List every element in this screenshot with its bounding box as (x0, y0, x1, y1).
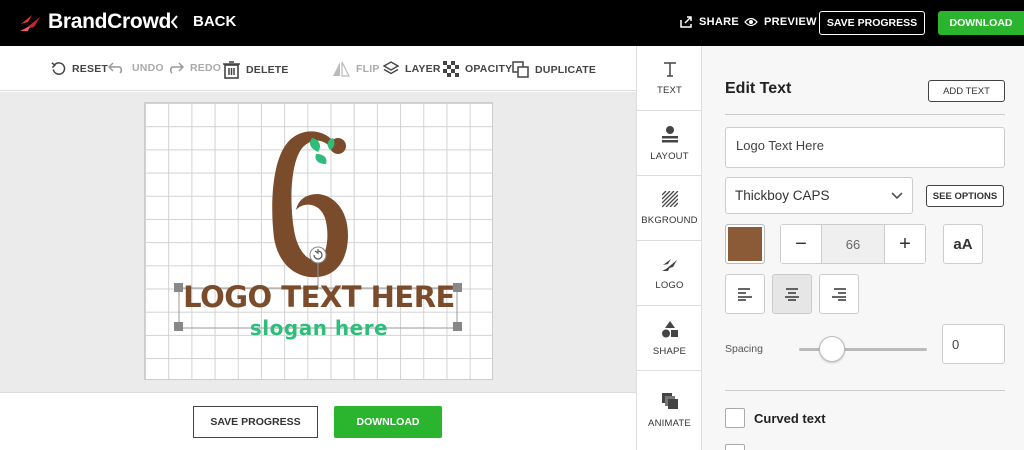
layout-icon (661, 125, 678, 142)
layer-label: LAYER (405, 63, 441, 75)
align-left-icon (738, 288, 752, 301)
tab-background[interactable]: BKGROUND (637, 176, 702, 241)
reset-button[interactable]: RESET (51, 61, 108, 76)
top-bar: BrandCrowd BACK SHARE PREVIEW SAVE PROGR… (0, 0, 1024, 46)
edit-text-panel: Edit Text ADD TEXT Thickboy CAPS SEE OPT… (702, 46, 1024, 450)
brandcrowd-mark-icon (20, 15, 40, 31)
share-icon (680, 16, 692, 28)
opacity-label: OPACITY (465, 63, 513, 75)
download-bottom-button[interactable]: DOWNLOAD (334, 406, 442, 438)
brand-name: BrandCrowd (48, 10, 172, 33)
layers-icon (383, 61, 399, 75)
redo-label: REDO (190, 61, 222, 74)
undo-button[interactable]: UNDO (108, 61, 164, 74)
save-progress-button[interactable]: SAVE PROGRESS (819, 11, 925, 35)
chevron-left-icon (170, 14, 178, 29)
increase-size-button[interactable]: + (885, 225, 925, 263)
duplicate-icon (512, 61, 529, 78)
tab-layout[interactable]: LAYOUT (637, 111, 702, 176)
font-size-stepper: − 66 + (780, 224, 926, 264)
tab-animate[interactable]: ANIMATE (637, 371, 702, 450)
text-case-button[interactable]: aA (943, 224, 983, 264)
spacing-input[interactable]: 0 (942, 324, 1005, 364)
side-tabs: TEXT LAYOUT BKGROUND LOGO SHAPE ANIMATE (636, 46, 702, 450)
delete-label: DELETE (246, 64, 289, 76)
color-swatch (728, 227, 762, 261)
spacing-slider-thumb[interactable] (819, 336, 845, 362)
text-content-input[interactable] (725, 127, 1005, 168)
divider (725, 390, 1005, 391)
opacity-button[interactable]: OPACITY (443, 61, 512, 77)
redo-button[interactable]: REDO (166, 61, 221, 74)
text-icon (663, 61, 676, 77)
extra-option-checkbox[interactable] (725, 444, 745, 450)
align-right-button[interactable] (819, 274, 859, 314)
back-button[interactable]: BACK (170, 13, 236, 30)
reset-icon (51, 62, 66, 75)
tab-text[interactable]: TEXT (637, 46, 702, 111)
reset-label: RESET (72, 62, 109, 75)
add-text-button[interactable]: ADD TEXT (928, 80, 1005, 102)
brand-logo[interactable]: BrandCrowd (18, 9, 171, 35)
tab-logo[interactable]: LOGO (637, 241, 702, 306)
align-center-icon (785, 288, 799, 301)
animate-icon (661, 393, 678, 409)
duplicate-button[interactable]: DUPLICATE (512, 61, 596, 78)
decrease-size-button[interactable]: − (781, 225, 821, 263)
tab-shape[interactable]: SHAPE (637, 306, 702, 371)
background-icon (661, 190, 678, 207)
undo-icon (108, 62, 123, 74)
bottom-bar: SAVE PROGRESS DOWNLOAD (0, 392, 636, 450)
duplicate-label: DUPLICATE (535, 63, 597, 76)
tab-logo-label: LOGO (655, 279, 684, 291)
undo-label: UNDO (132, 61, 164, 74)
color-picker[interactable] (725, 224, 765, 264)
divider (725, 114, 1005, 115)
align-center-button[interactable] (772, 274, 812, 314)
canvas-area (0, 92, 636, 392)
opacity-icon (443, 61, 459, 77)
font-select[interactable]: Thickboy CAPS (725, 177, 913, 214)
font-name: Thickboy CAPS (735, 188, 830, 203)
tab-animate-label: ANIMATE (648, 418, 691, 429)
tab-background-label: BKGROUND (641, 214, 698, 226)
trash-icon (223, 61, 240, 79)
flip-icon (333, 61, 350, 77)
layer-button[interactable]: LAYER (383, 61, 441, 77)
download-button[interactable]: DOWNLOAD (938, 11, 1024, 35)
delete-button[interactable]: DELETE (223, 61, 289, 79)
align-right-icon (832, 288, 846, 301)
spacing-label: Spacing (725, 343, 763, 355)
chevron-down-icon (891, 191, 903, 199)
eye-icon (744, 17, 758, 27)
redo-icon (169, 62, 184, 74)
tab-layout-label: LAYOUT (650, 150, 689, 162)
panel-title: Edit Text (725, 80, 792, 97)
curved-text-label: Curved text (754, 411, 826, 426)
slogan-text[interactable]: slogan here (179, 318, 459, 338)
preview-button[interactable]: PREVIEW (744, 16, 817, 28)
tab-shape-label: SHAPE (652, 345, 687, 357)
shape-icon (661, 320, 678, 337)
share-label: SHARE (699, 16, 740, 28)
flip-button[interactable]: FLIP (332, 61, 380, 77)
save-progress-bottom-button[interactable]: SAVE PROGRESS (193, 406, 318, 438)
back-label: BACK (193, 13, 237, 30)
align-left-button[interactable] (725, 274, 765, 314)
flip-label: FLIP (356, 63, 380, 75)
editor-toolbar: RESET UNDO REDO DELETE FLIP LAYER OPACIT… (0, 46, 636, 91)
logo-icon (661, 258, 677, 271)
curved-text-checkbox[interactable] (725, 408, 745, 428)
share-button[interactable]: SHARE (680, 16, 739, 28)
preview-label: PREVIEW (764, 16, 817, 28)
tab-text-label: TEXT (656, 84, 683, 96)
see-options-button[interactable]: SEE OPTIONS (926, 185, 1004, 207)
font-size-value[interactable]: 66 (821, 225, 885, 263)
logo-text[interactable]: LOGO TEXT HERE (179, 283, 459, 312)
